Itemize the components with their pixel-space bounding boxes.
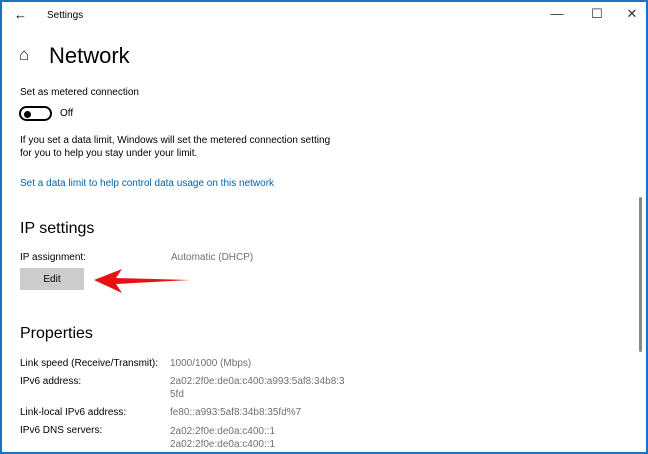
toggle-knob (24, 110, 31, 118)
info-line-1: If you set a data limit, Windows will se… (20, 135, 331, 146)
edit-button[interactable]: Edit (20, 268, 84, 290)
prop-value: fe80::a993:5af8:34b8:35fd%7 (170, 407, 302, 418)
prop-label: Link speed (Receive/Transmit): (20, 358, 159, 369)
maximize-icon[interactable]: ☐ (587, 6, 607, 22)
prop-label: Link-local IPv6 address: (20, 407, 127, 418)
prop-label: IPv6 DNS servers: (20, 425, 103, 436)
properties-heading: Properties (20, 325, 93, 342)
data-limit-link[interactable]: Set a data limit to help control data us… (20, 178, 274, 189)
window-title: Settings (47, 10, 84, 21)
prop-value: 2a02:2f0e:de0a:c400::1 (170, 426, 276, 437)
info-line-2: for you to help you stay under your limi… (20, 148, 198, 159)
ip-assignment-value: Automatic (DHCP) (171, 252, 254, 263)
toggle-state: Off (60, 108, 74, 119)
prop-value-cont: 5fd (170, 389, 184, 400)
home-icon[interactable]: ⌂ (19, 45, 29, 65)
metered-label: Set as metered connection (20, 87, 139, 98)
settings-window: ← Settings — ☐ ✕ ⌂ Network Set as metere… (2, 2, 646, 452)
scrollbar-thumb[interactable] (639, 197, 642, 352)
back-arrow-icon[interactable]: ← (14, 7, 27, 22)
minimize-icon[interactable]: — (547, 6, 567, 21)
page-title: Network (49, 43, 130, 68)
ip-settings-heading: IP settings (20, 220, 95, 237)
metered-toggle[interactable] (19, 106, 52, 121)
close-icon[interactable]: ✕ (622, 6, 642, 22)
ip-assignment-label: IP assignment: (20, 252, 86, 263)
prop-value: 2a02:2f0e:de0a:c400:a993:5af8:34b8:3 (170, 376, 345, 387)
prop-value: 1000/1000 (Mbps) (170, 358, 252, 369)
prop-value-cont: 2a02:2f0e:de0a:c400::1 (170, 439, 276, 450)
prop-label: IPv6 address: (20, 376, 82, 387)
red-arrow-annotation (94, 269, 190, 293)
title-bar: ← Settings — ☐ ✕ (2, 2, 646, 30)
